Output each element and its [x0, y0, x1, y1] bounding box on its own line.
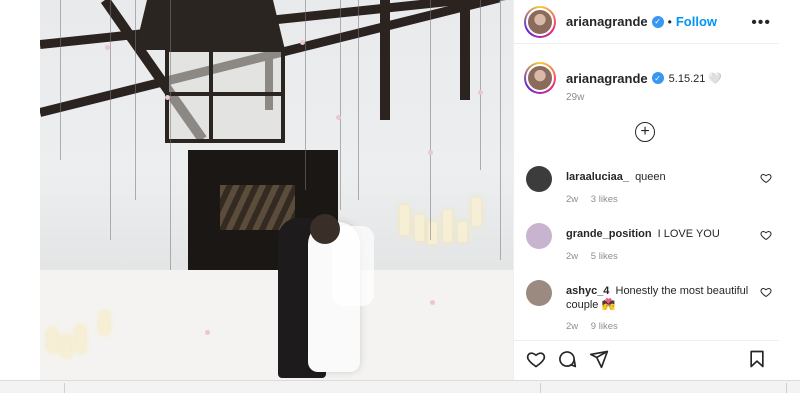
- plus-circle-icon: +: [640, 123, 650, 140]
- window-bottom-bar: [0, 380, 800, 393]
- hanging-flowers: [358, 0, 359, 200]
- candle: [443, 210, 452, 242]
- floor: [40, 270, 513, 380]
- heart-icon[interactable]: [760, 229, 772, 241]
- comment-icon[interactable]: [557, 349, 577, 369]
- caption-timestamp: 29w: [566, 92, 585, 103]
- divider: [786, 383, 787, 393]
- comment-meta: 2w 9 likes: [566, 321, 628, 332]
- flower: [430, 300, 435, 305]
- avatar[interactable]: [524, 62, 556, 94]
- comment-time: 2w: [566, 251, 579, 262]
- post-actions: [514, 340, 779, 372]
- avatar[interactable]: [526, 223, 552, 249]
- post-caption: arianagrande ✓ 5.15.21 🤍: [524, 62, 769, 94]
- post-photo[interactable]: ›: [40, 0, 513, 380]
- hanging-flowers: [110, 0, 111, 240]
- candle: [400, 205, 409, 235]
- comment-body: grande_position I LOVE YOU: [566, 227, 756, 241]
- comment-body: laraaluciaa_ queen: [566, 170, 756, 184]
- comment-body: ashyc_4 Honestly the most beautiful coup…: [566, 284, 756, 312]
- comment-time: 2w: [566, 194, 579, 205]
- instagram-post-modal: › arianagrande ✓ • Follow ••• arianagran…: [0, 0, 800, 393]
- candle: [76, 326, 85, 352]
- flower: [165, 95, 170, 100]
- share-icon[interactable]: [589, 349, 609, 369]
- hanging-flowers: [430, 0, 431, 240]
- comment-item: grande_position I LOVE YOU 2w 5 likes: [524, 223, 774, 267]
- veil: [332, 226, 374, 306]
- hanging-flowers: [60, 0, 61, 160]
- candle: [472, 198, 481, 226]
- bride-hair: [310, 214, 340, 244]
- candle: [415, 215, 424, 241]
- caption-text: 5.15.21 🤍: [668, 72, 723, 85]
- avatar[interactable]: [526, 280, 552, 306]
- comment-meta: 2w 3 likes: [566, 194, 628, 205]
- more-icon[interactable]: •••: [751, 14, 771, 32]
- comment-likes[interactable]: 5 likes: [591, 251, 618, 262]
- header-username[interactable]: arianagrande: [566, 14, 648, 29]
- hanging-flowers: [500, 0, 501, 260]
- comment-likes[interactable]: 3 likes: [591, 194, 618, 205]
- post-sidebar: arianagrande ✓ • Follow ••• arianagrande…: [513, 0, 779, 380]
- flower: [478, 90, 483, 95]
- hanging-flowers: [305, 0, 306, 190]
- comment-item: laraaluciaa_ queen 2w 3 likes: [524, 166, 774, 210]
- divider: [64, 383, 65, 393]
- candle: [48, 328, 57, 352]
- divider: [540, 383, 541, 393]
- comment-item: ashyc_4 Honestly the most beautiful coup…: [524, 280, 774, 336]
- comment-username[interactable]: laraaluciaa_: [566, 171, 629, 183]
- lantern-glass: [165, 48, 285, 143]
- comment-likes[interactable]: 9 likes: [591, 321, 618, 332]
- bookmark-icon[interactable]: [747, 349, 767, 369]
- hanging-flowers: [135, 0, 136, 200]
- separator-dot: •: [667, 14, 672, 29]
- ceiling-beam: [380, 0, 390, 120]
- avatar[interactable]: [524, 5, 556, 38]
- flower: [205, 330, 210, 335]
- ceiling-beam: [460, 0, 470, 100]
- hanging-flowers: [170, 0, 171, 270]
- comment-time: 2w: [566, 321, 579, 332]
- flower: [428, 150, 433, 155]
- candle: [100, 312, 109, 334]
- follow-button[interactable]: Follow: [676, 14, 717, 29]
- flower: [336, 115, 341, 120]
- comment-text: I LOVE YOU: [657, 228, 720, 240]
- comment-username[interactable]: grande_position: [566, 228, 652, 240]
- avatar[interactable]: [526, 166, 552, 192]
- caption-username[interactable]: arianagrande: [566, 71, 648, 86]
- verified-badge-icon: ✓: [651, 15, 664, 28]
- candle: [62, 335, 71, 357]
- post-header: arianagrande ✓ • Follow •••: [514, 0, 779, 44]
- flower: [105, 45, 110, 50]
- hanging-flowers: [340, 0, 341, 210]
- flower: [300, 40, 305, 45]
- hanging-flowers: [480, 0, 481, 170]
- heart-icon[interactable]: [760, 172, 772, 184]
- comment-username[interactable]: ashyc_4: [566, 285, 609, 297]
- verified-badge-icon: ✓: [651, 72, 664, 84]
- comment-text: queen: [635, 171, 666, 183]
- lantern: [135, 0, 285, 50]
- comment-meta: 2w 5 likes: [566, 251, 628, 262]
- load-more-comments-button[interactable]: +: [635, 122, 655, 142]
- candle: [458, 222, 467, 242]
- heart-icon[interactable]: [760, 286, 772, 298]
- like-heart-icon[interactable]: [526, 349, 546, 369]
